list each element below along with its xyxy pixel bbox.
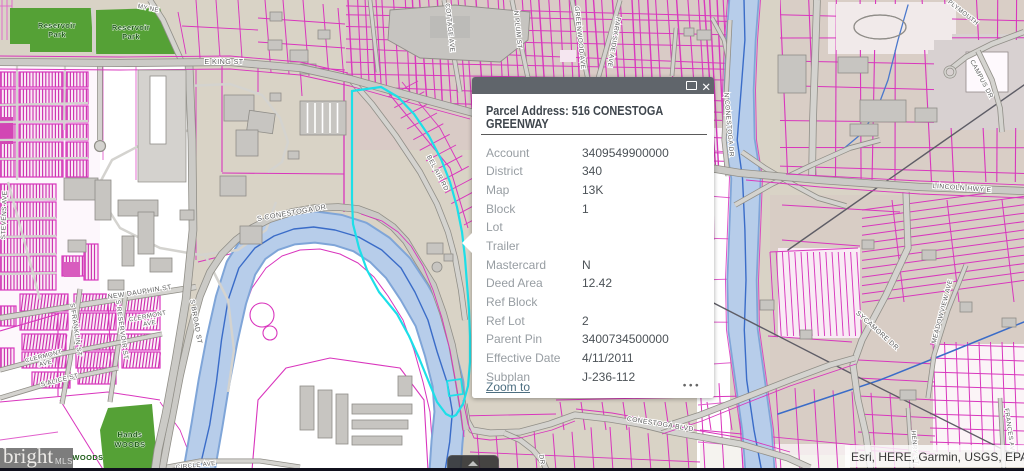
svg-text:Hands: Hands xyxy=(118,430,143,439)
svg-text:Park: Park xyxy=(48,30,66,39)
svg-text:WOODS: WOODS xyxy=(114,440,145,449)
svg-text:WOODS: WOODS xyxy=(72,453,103,462)
svg-text:Park: Park xyxy=(122,32,140,41)
svg-text:Reservoir: Reservoir xyxy=(38,21,76,30)
svg-text:E KING ST: E KING ST xyxy=(204,57,243,66)
svg-text:Reservoir: Reservoir xyxy=(112,23,150,32)
